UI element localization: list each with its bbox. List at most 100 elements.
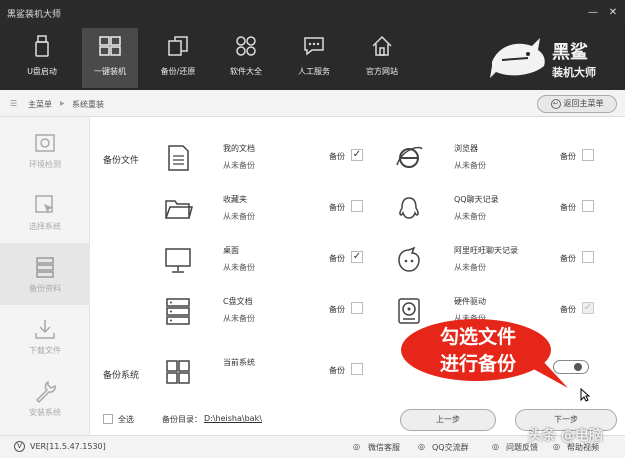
item-status: 从未备份 [454, 212, 486, 221]
annotation-line-2: 进行备份 [439, 353, 516, 375]
section-title-files: 备份文件 [103, 156, 140, 166]
item-name: 硬件驱动 [454, 297, 486, 306]
menu-lines-icon: ☰ [10, 99, 18, 108]
backup-label: 备份 [329, 254, 345, 263]
backup-item-browser: 浏览器 从未备份 备份 [394, 143, 614, 183]
sidebar-item-label: 环境检测 [29, 160, 61, 169]
usb-icon [35, 35, 49, 57]
item-name: 阿里旺旺聊天记录 [454, 246, 518, 255]
sidebar: 环境检测 选择系统 备份资料 下载文件 安装系统 [0, 117, 90, 435]
select-all-checkbox[interactable] [103, 414, 113, 424]
backup-checkbox[interactable] [351, 302, 363, 314]
backup-data-icon [36, 257, 54, 278]
annotation-bubble: 勾选文件 进行备份 [398, 314, 570, 390]
brand-subtitle: 装机大师 [552, 66, 596, 79]
nav-label: 人工服务 [298, 67, 330, 76]
brand-name: 黑鲨 [552, 42, 588, 63]
backup-checkbox[interactable] [351, 363, 363, 375]
item-name: 我的文档 [223, 144, 255, 153]
select-all-label: 全选 [118, 415, 134, 424]
sidebar-item-environment[interactable]: 环境检测 [0, 119, 90, 181]
breadcrumb-home[interactable]: 主菜单 [28, 99, 52, 110]
aliwangwang-icon [398, 246, 420, 272]
backup-restore-icon [168, 36, 188, 56]
brand-logo: 黑鲨 装机大师 [488, 32, 608, 88]
backup-label: 备份 [329, 203, 345, 212]
toggle-knob [574, 363, 582, 371]
backup-checkbox[interactable] [351, 200, 363, 212]
backup-item-qq-chat: QQ聊天记录 从未备份 备份 [394, 194, 614, 234]
backup-checkbox[interactable] [582, 251, 594, 263]
nav-backup-restore[interactable]: 备份/还原 [150, 28, 206, 88]
wechat-icon: ◎ [353, 442, 360, 451]
download-icon [35, 320, 55, 339]
watermark: 头条 @电脑 [528, 428, 603, 444]
version-icon: V [14, 441, 25, 452]
backup-label: 备份 [560, 254, 576, 263]
sidebar-item-download[interactable]: 下载文件 [0, 305, 90, 367]
nav-manual-service[interactable]: 人工服务 [286, 28, 342, 88]
backup-checkbox[interactable] [582, 200, 594, 212]
backup-dir-label: 备份目录： [162, 415, 202, 424]
backup-dir-link[interactable]: D:\heisha\bak\ [204, 414, 262, 423]
item-status: 从未备份 [223, 161, 255, 170]
item-name: C盘文档 [223, 297, 253, 306]
breadcrumb: ☰ 主菜单 ▶ 系统重装 ↩ 返回主菜单 [0, 90, 625, 117]
back-to-main-button[interactable]: ↩ 返回主菜单 [537, 95, 617, 113]
backup-item-aliwangwang-chat: 阿里旺旺聊天记录 从未备份 备份 [394, 245, 614, 285]
item-status: 从未备份 [223, 263, 255, 272]
sidebar-item-label: 下载文件 [29, 346, 61, 355]
folder-icon [165, 200, 193, 219]
environment-check-icon [35, 134, 55, 152]
wechat-support-link[interactable]: 微信客服 [368, 442, 400, 453]
nav-official-site[interactable]: 官方网站 [354, 28, 410, 88]
sidebar-item-label: 安装系统 [29, 408, 61, 417]
sidebar-item-backup-data[interactable]: 备份资料 [0, 243, 90, 305]
minimize-button[interactable]: — [584, 5, 602, 21]
wrench-icon [35, 380, 56, 403]
item-status: 从未备份 [223, 314, 255, 323]
backup-item-current-system: 当前系统 备份 [163, 357, 383, 397]
sidebar-item-select-system[interactable]: 选择系统 [0, 181, 90, 243]
backup-checkbox[interactable] [582, 149, 594, 161]
item-status: 从未备份 [454, 161, 486, 170]
prev-step-button[interactable]: 上一步 [400, 409, 496, 431]
backup-checkbox[interactable]: ✓ [351, 149, 363, 161]
backup-item-documents: 我的文档 从未备份 备份 ✓ [163, 143, 383, 183]
backup-label: 备份 [329, 366, 345, 375]
monitor-icon [165, 248, 191, 273]
nav-label: 软件大全 [230, 67, 262, 76]
breadcrumb-separator: ▶ [60, 100, 65, 107]
nav-label: 官方网站 [366, 67, 398, 76]
nav-software[interactable]: 软件大全 [218, 28, 274, 88]
sidebar-item-install[interactable]: 安装系统 [0, 367, 90, 429]
item-name: 当前系统 [223, 358, 255, 367]
close-button[interactable]: ✕ [604, 5, 622, 21]
chat-service-icon [304, 37, 324, 56]
nav-usb-boot[interactable]: U盘启动 [14, 28, 70, 88]
title-bar: 黑鲨装机大师 — ✕ [0, 0, 625, 28]
qq-group-link[interactable]: QQ交流群 [432, 442, 469, 453]
windows-icon [166, 360, 190, 384]
mouse-cursor-icon [580, 388, 590, 402]
ie-browser-icon [396, 146, 423, 168]
nav-label: U盘启动 [27, 67, 57, 76]
nav-label: 一键装机 [94, 67, 126, 76]
backup-item-favorites: 收藏夹 从未备份 备份 [163, 194, 383, 234]
document-icon [168, 145, 189, 171]
item-name: QQ聊天记录 [454, 195, 499, 204]
annotation-line-1: 勾选文件 [439, 326, 516, 348]
server-icon [166, 298, 190, 325]
back-button-label: 返回主菜单 [563, 99, 604, 108]
version-text: VER[11.5.47.1530] [30, 442, 106, 451]
windows-icon [99, 36, 121, 56]
backup-checkbox[interactable]: ✓ [351, 251, 363, 263]
item-name: 收藏夹 [223, 195, 247, 204]
nav-one-click-install[interactable]: 一键装机 [82, 28, 138, 88]
sidebar-item-label: 备份资料 [29, 284, 61, 293]
feedback-icon: ◎ [492, 442, 499, 451]
backup-checkbox[interactable]: ✓ [582, 302, 594, 314]
back-arrow-icon: ↩ [550, 98, 561, 109]
select-system-icon [35, 195, 54, 214]
item-name: 浏览器 [454, 144, 478, 153]
